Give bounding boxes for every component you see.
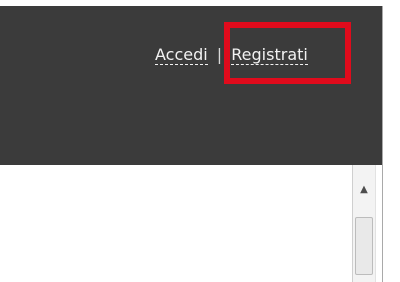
window-frame-right — [382, 6, 400, 282]
scroll-thumb[interactable] — [355, 217, 373, 275]
auth-links: Accedi | Registrati — [155, 40, 308, 70]
header-bar — [0, 0, 400, 165]
auth-separator: | — [216, 45, 223, 64]
content-area — [0, 165, 340, 282]
login-link[interactable]: Accedi — [155, 45, 208, 65]
vertical-scrollbar[interactable]: ▲ — [352, 165, 376, 282]
register-link[interactable]: Registrati — [231, 45, 308, 65]
scroll-up-arrow-icon[interactable]: ▲ — [353, 165, 375, 213]
top-rim — [0, 0, 400, 6]
